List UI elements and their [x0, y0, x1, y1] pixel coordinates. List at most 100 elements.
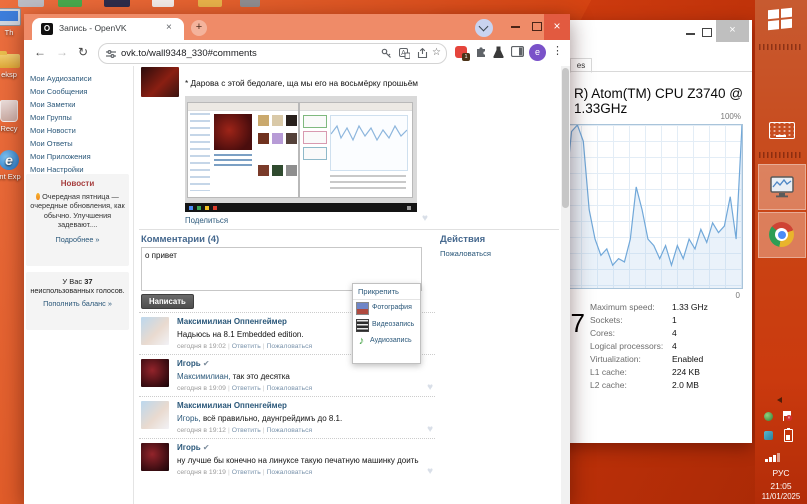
battery-icon[interactable] [784, 429, 793, 442]
commenter-avatar[interactable] [141, 317, 169, 345]
clock-time[interactable]: 21:05 [755, 481, 807, 491]
address-bar[interactable]: ovk.to/wall9348_330#comments A ☆ [98, 43, 447, 64]
minimize-button[interactable] [686, 33, 695, 35]
comment-like-heart-icon[interactable]: ♥ [427, 382, 433, 393]
bookmark-star-icon[interactable]: ☆ [432, 47, 441, 58]
report-post-link[interactable]: Пожаловаться [440, 249, 491, 258]
reply-link[interactable]: Ответить [232, 469, 261, 476]
comment-like-heart-icon[interactable]: ♥ [427, 466, 433, 477]
post-image-detail [272, 165, 283, 176]
clock-date[interactable]: 11/01/2025 [755, 492, 807, 501]
back-button[interactable]: ← [34, 45, 46, 59]
password-key-icon[interactable] [381, 48, 392, 59]
recycle-bin-icon [0, 100, 18, 122]
minimize-button[interactable] [511, 26, 520, 28]
commenter-avatar[interactable] [141, 359, 169, 387]
post-image[interactable] [185, 96, 417, 212]
reply-link[interactable]: Ответить [232, 385, 261, 392]
sidebar-item-news[interactable]: Мои Новости [30, 124, 130, 137]
taskbar-item-chrome[interactable] [758, 212, 806, 258]
commenter-name-link[interactable]: Игорь ✔ [177, 359, 210, 368]
start-button[interactable] [768, 8, 792, 31]
stat-row: Sockets:1 [590, 314, 742, 327]
maximize-button[interactable] [702, 28, 712, 37]
network-signal-icon[interactable] [765, 452, 781, 462]
attach-menu-button[interactable]: Прикрепить [353, 284, 420, 300]
desktop-icon-folder[interactable]: eksp [0, 54, 26, 79]
taskbar: × РУС 21:05 11/01/2025 [755, 0, 807, 504]
commenter-avatar[interactable] [141, 401, 169, 429]
topup-balance-link[interactable]: Пополнить баланс » [43, 299, 112, 308]
desktop-icon-this-pc[interactable]: Th [0, 8, 26, 37]
close-button[interactable]: × [716, 20, 749, 42]
sidebar-item-messages[interactable]: Мои Сообщения [30, 85, 130, 98]
tab-search-button[interactable] [475, 19, 493, 37]
sidebar-item-replies[interactable]: Мои Ответы [30, 137, 130, 150]
sidebar-item-apps[interactable]: Мои Приложения [30, 150, 130, 163]
browser-menu-icon[interactable]: ⋮ [552, 44, 563, 57]
forward-button[interactable]: → [56, 45, 68, 59]
computer-icon [0, 8, 21, 26]
commenter-name-link[interactable]: Максимилиан Оппенгеймер [177, 401, 287, 410]
stat-row: Virtualization:Enabled [590, 353, 742, 366]
attach-photo-item[interactable]: Фотография [353, 300, 420, 317]
comment-meta: сегодня в 19:02|Ответить|Пожаловаться [177, 343, 312, 350]
post-image-detail [407, 206, 411, 210]
post-like-heart-icon[interactable]: ♥ [422, 213, 428, 224]
action-center-flag-icon[interactable]: × [783, 411, 792, 421]
scrollbar-thumb[interactable] [562, 68, 569, 208]
taskbar-item-task-manager[interactable] [758, 164, 806, 210]
tray-app-icon[interactable] [764, 431, 773, 440]
comment-like-heart-icon[interactable]: ♥ [427, 424, 433, 435]
stat-value: 1 [672, 314, 677, 327]
desktop-icon-internet-explorer[interactable]: e Int Exp [0, 150, 26, 181]
sidebar-item-notes[interactable]: Мои Заметки [30, 98, 130, 111]
report-link[interactable]: Пожаловаться [267, 427, 313, 434]
commenter-name-link[interactable]: Игорь ✔ [177, 443, 210, 452]
attach-audio-item[interactable]: ♪ Аудиозапись [353, 334, 420, 349]
close-button[interactable]: × [544, 14, 570, 40]
new-tab-button[interactable]: + [191, 20, 207, 36]
write-comment-button[interactable]: Написать [141, 294, 194, 309]
stat-value: 224 KB [672, 366, 700, 379]
report-link[interactable]: Пожаловаться [267, 385, 313, 392]
language-indicator[interactable]: РУС [755, 468, 807, 478]
desktop-icon-recycle-bin[interactable]: Recy [0, 100, 26, 133]
share-link[interactable]: Поделиться [185, 216, 228, 225]
adblock-extension-icon[interactable]: 1 [455, 46, 467, 58]
mention-link[interactable]: Игорь, [177, 414, 201, 423]
flask-extension-icon[interactable] [493, 46, 504, 58]
post-image-detail [189, 206, 193, 210]
attach-item-label: Фотография [372, 304, 417, 312]
extensions-puzzle-icon[interactable] [475, 46, 487, 58]
show-hidden-icons-arrow[interactable] [777, 397, 782, 403]
site-info-icon[interactable] [106, 49, 116, 59]
share-icon[interactable] [417, 48, 428, 59]
attach-video-item[interactable]: Видеозапись [353, 317, 420, 334]
reply-link[interactable]: Ответить [232, 343, 261, 350]
sidebar-item-groups[interactable]: Мои Группы [30, 111, 130, 124]
translate-icon[interactable]: A [399, 48, 410, 59]
touch-keyboard-button[interactable] [769, 122, 795, 139]
reply-link[interactable]: Ответить [232, 427, 261, 434]
news-more-link[interactable]: Подробнее » [28, 235, 127, 244]
commenter-avatar[interactable] [141, 443, 169, 471]
tab-close-icon[interactable]: × [166, 22, 172, 33]
post-author-avatar[interactable] [141, 67, 179, 97]
mention-link[interactable]: Максимилиан, [177, 372, 230, 381]
attach-item-label: Видеозапись [372, 321, 417, 329]
side-panel-icon[interactable] [511, 46, 524, 57]
profile-avatar[interactable]: e [529, 44, 546, 61]
antivirus-tray-icon[interactable] [764, 412, 773, 421]
report-link[interactable]: Пожаловаться [267, 343, 313, 350]
scrollbar[interactable] [561, 66, 570, 504]
maximize-button[interactable] [532, 22, 542, 31]
sidebar-item-audios[interactable]: Мои Аудиозаписи [30, 72, 130, 85]
video-icon [356, 319, 369, 332]
commenter-name-link[interactable]: Максимилиан Оппенгеймер [177, 317, 287, 326]
stat-row: L1 cache:224 KB [590, 366, 742, 379]
report-link[interactable]: Пожаловаться [267, 469, 313, 476]
post-image-detail [303, 131, 327, 144]
browser-tab[interactable]: O Запись - OpenVK × [32, 18, 184, 40]
reload-button[interactable]: ↻ [78, 45, 88, 59]
